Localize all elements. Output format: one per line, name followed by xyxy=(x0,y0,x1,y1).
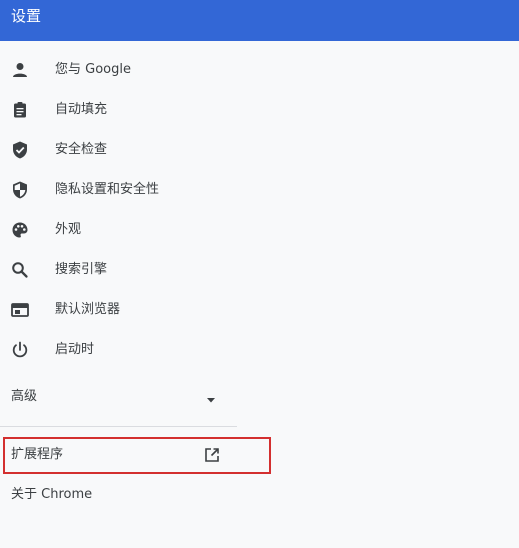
page-title: 设置 xyxy=(11,7,42,25)
divider xyxy=(0,426,237,427)
header-bar: 设置 xyxy=(0,0,519,41)
sidebar-item-label: 自动填充 xyxy=(55,102,108,117)
sidebar-item-about-chrome[interactable]: 关于 Chrome xyxy=(11,486,92,504)
sidebar-item-label: 您与 Google xyxy=(55,62,131,77)
sidebar-item-label: 外观 xyxy=(55,222,82,237)
person-icon xyxy=(10,60,30,80)
palette-icon xyxy=(10,220,30,240)
sidebar-item-search-engine[interactable]: 搜索引擎 xyxy=(0,250,240,290)
power-icon xyxy=(10,340,30,360)
open-in-new-icon xyxy=(203,446,221,464)
shield-check-icon xyxy=(10,140,30,160)
shield-half-icon xyxy=(10,180,30,200)
sidebar-item-appearance[interactable]: 外观 xyxy=(0,210,240,250)
sidebar-item-default-browser[interactable]: 默认浏览器 xyxy=(0,290,240,330)
sidebar-item-privacy-security[interactable]: 隐私设置和安全性 xyxy=(0,170,240,210)
sidebar-item-label: 默认浏览器 xyxy=(55,302,121,317)
sidebar-item-label: 启动时 xyxy=(55,342,95,357)
clipboard-icon xyxy=(10,100,30,120)
sidebar-item-label: 安全检查 xyxy=(55,142,108,157)
sidebar-item-safety-check[interactable]: 安全检查 xyxy=(0,130,240,170)
caret-down-icon xyxy=(205,391,217,403)
search-icon xyxy=(10,260,30,280)
sidebar-item-autofill[interactable]: 自动填充 xyxy=(0,90,240,130)
sidebar-item-you-and-google[interactable]: 您与 Google xyxy=(0,50,240,90)
sidebar-item-label: 隐私设置和安全性 xyxy=(55,182,160,197)
sidebar-item-extensions[interactable]: 扩展程序 xyxy=(3,437,271,474)
browser-window-icon xyxy=(10,300,30,320)
sidebar-item-on-startup[interactable]: 启动时 xyxy=(0,330,240,370)
sidebar-item-label: 搜索引擎 xyxy=(55,262,108,277)
advanced-label: 高级 xyxy=(11,389,38,404)
advanced-toggle[interactable]: 高级 xyxy=(0,383,236,411)
extensions-label: 扩展程序 xyxy=(11,447,64,462)
